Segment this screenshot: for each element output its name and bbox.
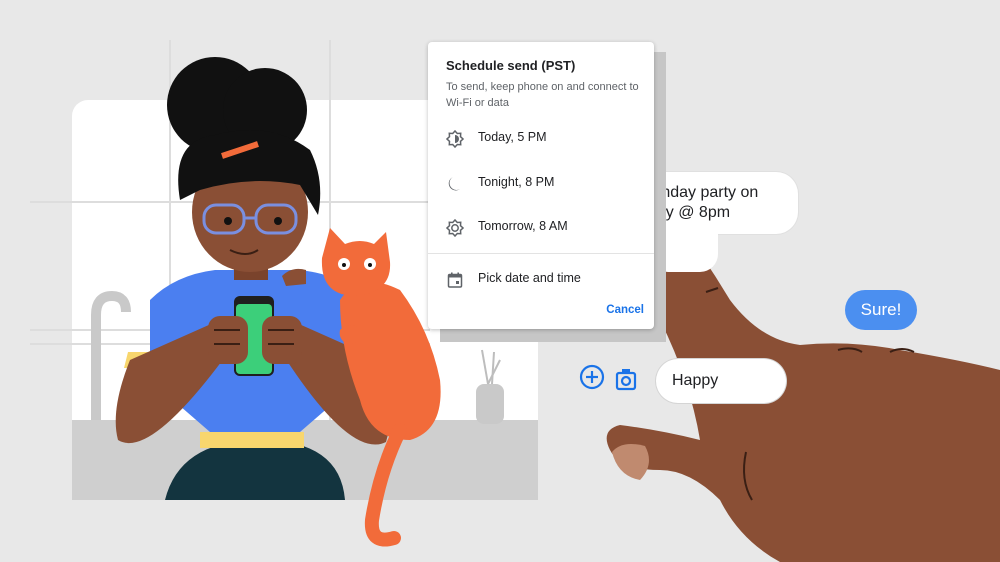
incoming-message-line-1: irthday party on [648, 184, 759, 201]
calendar-icon [447, 272, 463, 288]
option-pick-date-time[interactable]: Pick date and time [428, 261, 654, 297]
option-today-5pm[interactable]: Today, 5 PM [428, 120, 654, 156]
schedule-send-dialog: Schedule send (PST) To send, keep phone … [428, 42, 654, 329]
cat-pupil-left [342, 263, 346, 267]
option-label: Tomorrow, 8 AM [478, 219, 568, 233]
compose-text: Happy [672, 372, 719, 389]
left-eye [224, 217, 232, 225]
left-hand [208, 316, 248, 364]
moon-icon [448, 177, 460, 191]
dialog-title: Schedule send (PST) [446, 58, 576, 73]
thumb-nail [612, 444, 649, 480]
cat-pupil-right [368, 263, 372, 267]
add-circle-icon[interactable] [578, 363, 606, 391]
option-label: Today, 5 PM [478, 130, 547, 144]
option-tomorrow-8am[interactable]: Tomorrow, 8 AM [428, 209, 654, 245]
waistband [200, 432, 304, 448]
option-label: Pick date and time [478, 271, 581, 285]
compose-field[interactable]: Happy [656, 359, 786, 403]
dialog-note: To send, keep phone on and connect to Wi… [446, 81, 639, 109]
option-tonight-8pm[interactable]: Tonight, 8 PM [428, 165, 654, 201]
brightness-icon [446, 130, 464, 148]
camera-icon[interactable] [613, 366, 641, 394]
vase [476, 384, 504, 424]
right-eye [274, 217, 282, 225]
cancel-button[interactable]: Cancel [606, 304, 644, 316]
outgoing-message-bubble: Sure! [845, 290, 917, 330]
gear-sun-icon [446, 219, 464, 237]
option-label: Tonight, 8 PM [478, 175, 555, 189]
incoming-message-line-2: day @ 8pm [648, 204, 731, 221]
right-hand [262, 316, 302, 364]
dialog-divider [428, 253, 654, 254]
